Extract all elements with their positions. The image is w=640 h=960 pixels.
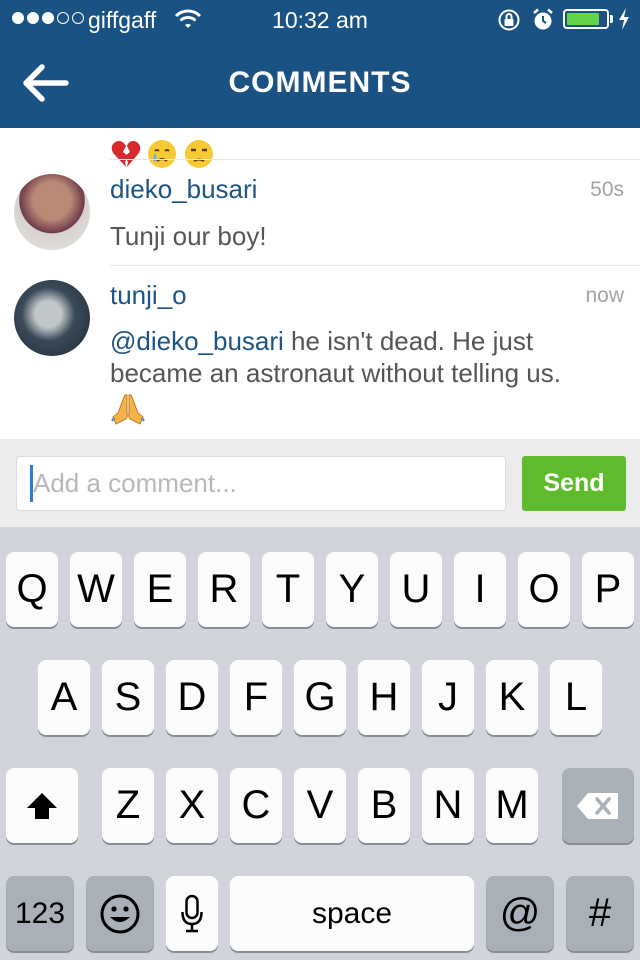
comment-time: 50s bbox=[590, 178, 624, 201]
key-r[interactable]: R bbox=[198, 552, 250, 627]
key-i[interactable]: I bbox=[454, 552, 506, 627]
key-k[interactable]: K bbox=[486, 660, 538, 735]
praying-hands-icon bbox=[111, 394, 145, 425]
key-s[interactable]: S bbox=[102, 660, 154, 735]
app-header: giffgaff 10:32 am COMMENTS bbox=[0, 0, 640, 128]
comment-text: @dieko_busari he isn't dead. He just bec… bbox=[110, 325, 622, 389]
emoji-key[interactable] bbox=[86, 876, 154, 951]
comment-username[interactable]: tunji_o bbox=[110, 280, 187, 311]
list-item-partial bbox=[0, 128, 640, 168]
key-v[interactable]: V bbox=[294, 768, 346, 843]
comment-time: now bbox=[585, 284, 624, 307]
key-t[interactable]: T bbox=[262, 552, 314, 627]
hash-key[interactable]: # bbox=[566, 876, 634, 951]
battery-tip bbox=[610, 15, 613, 23]
delete-key[interactable] bbox=[562, 768, 634, 843]
key-q[interactable]: Q bbox=[6, 552, 58, 627]
comment-username[interactable]: dieko_busari bbox=[110, 174, 257, 205]
shift-key[interactable] bbox=[6, 768, 78, 843]
key-o[interactable]: O bbox=[518, 552, 570, 627]
key-c[interactable]: C bbox=[230, 768, 282, 843]
key-e[interactable]: E bbox=[134, 552, 186, 627]
key-w[interactable]: W bbox=[70, 552, 122, 627]
key-j[interactable]: J bbox=[422, 660, 474, 735]
status-bar: giffgaff 10:32 am bbox=[0, 0, 640, 40]
key-x[interactable]: X bbox=[166, 768, 218, 843]
comment-input-bar: Send bbox=[0, 439, 640, 527]
key-p[interactable]: P bbox=[582, 552, 634, 627]
key-d[interactable]: D bbox=[166, 660, 218, 735]
key-m[interactable]: M bbox=[486, 768, 538, 843]
keyboard: Q W E R T Y U I O P A S D F G H J K L Z … bbox=[0, 527, 640, 960]
key-b[interactable]: B bbox=[358, 768, 410, 843]
at-key[interactable]: @ bbox=[486, 876, 554, 951]
microphone-icon bbox=[181, 894, 203, 932]
text-caret bbox=[30, 465, 33, 502]
key-g[interactable]: G bbox=[294, 660, 346, 735]
comment-text: Tunji our boy! bbox=[110, 221, 267, 251]
alarm-icon bbox=[533, 8, 553, 30]
dictation-key[interactable] bbox=[166, 876, 218, 951]
backspace-icon bbox=[577, 792, 618, 819]
rotation-lock-icon bbox=[498, 9, 520, 31]
shift-arrow-icon bbox=[27, 792, 57, 819]
key-h[interactable]: H bbox=[358, 660, 410, 735]
key-z[interactable]: Z bbox=[102, 768, 154, 843]
mention-link[interactable]: @dieko_busari bbox=[110, 326, 284, 356]
battery-icon bbox=[563, 9, 609, 29]
key-l[interactable]: L bbox=[550, 660, 602, 735]
page-title: COMMENTS bbox=[228, 66, 412, 99]
charging-bolt-icon bbox=[619, 8, 629, 30]
key-y[interactable]: Y bbox=[326, 552, 378, 627]
list-item: tunji_o now @dieko_busari he isn't dead.… bbox=[0, 266, 640, 439]
space-key[interactable]: space bbox=[230, 876, 474, 951]
key-f[interactable]: F bbox=[230, 660, 282, 735]
list-item: dieko_busari 50s Tunji our boy! bbox=[0, 160, 640, 265]
avatar[interactable] bbox=[14, 280, 90, 356]
avatar[interactable] bbox=[14, 174, 90, 250]
comments-list[interactable]: dieko_busari 50s Tunji our boy! tunji_o … bbox=[0, 128, 640, 439]
numbers-key[interactable]: 123 bbox=[6, 876, 74, 951]
send-button[interactable]: Send bbox=[522, 456, 626, 511]
key-u[interactable]: U bbox=[390, 552, 442, 627]
comment-input[interactable] bbox=[16, 456, 506, 511]
key-n[interactable]: N bbox=[422, 768, 474, 843]
smiley-icon bbox=[100, 894, 140, 933]
key-a[interactable]: A bbox=[38, 660, 90, 735]
